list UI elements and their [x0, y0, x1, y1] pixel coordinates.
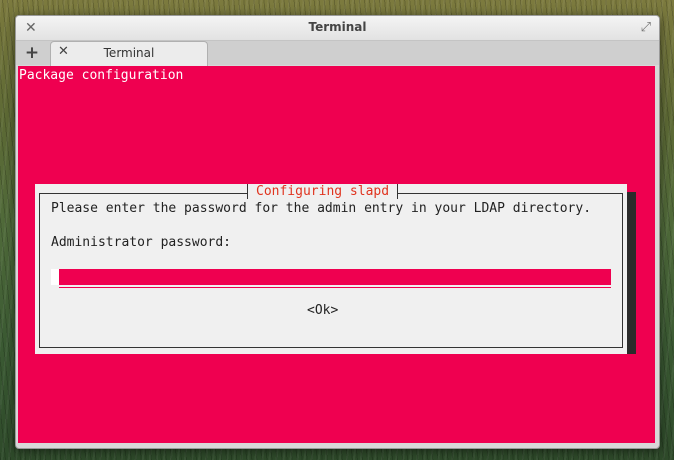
text-cursor	[51, 269, 59, 285]
tab-label: Terminal	[103, 46, 155, 60]
dialog-title: Configuring slapd	[247, 184, 399, 199]
terminal-window: ✕ Terminal ⤢ + ✕ Terminal Package config…	[15, 15, 660, 449]
title-bar: ✕ Terminal ⤢	[16, 16, 659, 41]
terminal-area[interactable]: Package configuration Configuring slapd …	[18, 66, 655, 443]
password-label: Administrator password:	[51, 235, 232, 250]
window-title: Terminal	[308, 20, 367, 34]
new-tab-button[interactable]: +	[18, 42, 46, 64]
ok-button[interactable]: <Ok>	[307, 303, 338, 318]
dialog-message: Please enter the password for the admin …	[51, 201, 592, 216]
config-dialog: Configuring slapd Please enter the passw…	[35, 184, 627, 354]
password-input[interactable]	[59, 269, 611, 285]
tab-bar: + ✕ Terminal	[16, 41, 659, 66]
maximize-icon[interactable]: ⤢	[641, 19, 651, 37]
tab-terminal[interactable]: ✕ Terminal	[50, 41, 208, 66]
package-configuration-header: Package configuration	[19, 68, 184, 83]
